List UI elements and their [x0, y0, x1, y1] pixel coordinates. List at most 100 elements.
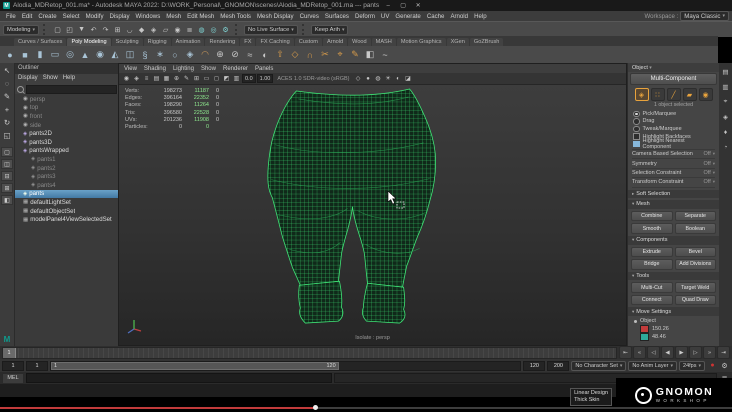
menuset-select[interactable]: Modeling — [3, 24, 40, 35]
viewport-menu-item[interactable]: View — [124, 66, 137, 72]
red-value-swatch[interactable]: 150.26 — [640, 325, 719, 334]
menu-item[interactable]: Mesh Tools — [217, 13, 254, 20]
tools-section-header[interactable]: Tools — [628, 271, 719, 281]
poly-soccerball-icon[interactable]: ○ — [168, 48, 182, 62]
menu-item[interactable]: Create — [35, 13, 59, 20]
menu-item[interactable]: File — [3, 13, 19, 20]
poly-pipe-icon[interactable]: ◫ — [123, 48, 137, 62]
render-settings-icon[interactable]: ⚙ — [220, 24, 231, 35]
playback-start-field[interactable]: 1 — [26, 360, 48, 371]
toolkit-button[interactable]: Bevel — [674, 246, 716, 258]
undo-icon[interactable]: ↶ — [88, 24, 99, 35]
range-bar[interactable]: 1 120 — [50, 360, 522, 371]
outliner-item[interactable]: ◉ side — [15, 121, 119, 130]
menu-item[interactable]: Select — [60, 13, 83, 20]
viewport-canvas[interactable]: Verts: 198273 11187 0 Edges: 396164 2235… — [119, 85, 626, 345]
shelf-tab[interactable]: Wood — [348, 38, 371, 46]
shelf-tab[interactable]: XGen — [446, 38, 469, 46]
shelf-tab[interactable]: Rendering — [205, 38, 240, 46]
selection-option[interactable]: Drag — [633, 118, 714, 126]
viewport-menu-item[interactable]: Panels — [255, 66, 273, 72]
poly-cylinder-icon[interactable]: ▮ — [33, 48, 47, 62]
option-toggle-icon[interactable] — [633, 118, 640, 125]
snap-point-icon[interactable]: ◆ — [136, 24, 147, 35]
constraint-row[interactable]: Transform Constraint Off — [632, 178, 715, 188]
two-d-pan-zoom-icon[interactable]: ⊕ — [172, 74, 181, 83]
toolkit-button[interactable]: Smooth — [631, 223, 673, 234]
poly-cone-icon[interactable]: ▲ — [78, 48, 92, 62]
option-toggle-icon[interactable] — [633, 133, 640, 140]
lights-toggle-icon[interactable]: ☀ — [384, 74, 393, 83]
smooth-icon[interactable]: ≈ — [243, 48, 257, 62]
layout-two-side-icon[interactable]: ◫ — [1, 159, 13, 169]
film-gate-icon[interactable]: ▭ — [202, 74, 211, 83]
viewport-menu-item[interactable]: Shading — [144, 66, 166, 72]
status-separator[interactable] — [43, 24, 48, 35]
video-progress-track[interactable] — [0, 405, 732, 410]
mesh-section-header[interactable]: Mesh — [628, 200, 719, 209]
target-weld-icon[interactable]: ⌖ — [333, 48, 347, 62]
outliner-filter-input[interactable] — [26, 84, 117, 94]
combine-icon[interactable]: ⊕ — [213, 48, 227, 62]
menu-item[interactable]: Modify — [83, 13, 107, 20]
menu-item[interactable]: Edit Mesh — [184, 13, 217, 20]
lasso-select-tool-icon[interactable]: ◌ — [2, 78, 13, 89]
maximize-button[interactable]: ▢ — [397, 2, 409, 9]
outliner-item[interactable]: ◈ pants2 — [15, 164, 119, 173]
platonic-solid-icon[interactable]: ◈ — [183, 48, 197, 62]
gate-mask-icon[interactable]: ◩ — [222, 74, 231, 83]
gamma-field[interactable]: 1.00 — [256, 74, 274, 83]
shelf-tab[interactable]: FX — [240, 38, 256, 46]
layout-single-icon[interactable]: ▢ — [1, 147, 13, 157]
shelf-tab[interactable]: Animation — [171, 38, 205, 46]
outliner-item[interactable]: ◈ pants4 — [15, 181, 119, 190]
camera-attributes-icon[interactable]: ≡ — [142, 74, 151, 83]
selection-option[interactable]: Pick/Marquee — [633, 110, 714, 118]
constraint-row[interactable]: Selection Constraint Off — [632, 169, 715, 179]
shelf-tab[interactable]: GoZBrush — [469, 38, 504, 46]
shelf-tab[interactable]: Sculpting — [111, 38, 143, 46]
toolkit-tool-title[interactable]: Multi-Component — [630, 73, 717, 85]
save-scene-icon[interactable]: ▼ — [76, 24, 87, 35]
edge-mode-icon[interactable]: ╱ — [666, 88, 681, 101]
close-button[interactable]: ✕ — [412, 2, 424, 9]
step-forward-frame-button[interactable]: ▷ — [689, 346, 702, 359]
option-toggle-icon[interactable] — [633, 110, 640, 118]
outliner-item[interactable]: ◈ pants1 — [15, 155, 119, 164]
outliner-item[interactable]: ◈ pants2D — [15, 129, 119, 138]
tool-settings-icon[interactable]: ⌖ — [721, 97, 731, 107]
menu-item[interactable]: Edit — [19, 13, 36, 20]
open-scene-icon[interactable]: ◰ — [64, 24, 75, 35]
animation-end-field[interactable]: 200 — [547, 360, 570, 371]
grease-pencil-icon[interactable]: ✎ — [182, 74, 191, 83]
character-set-select[interactable]: No Character Set — [571, 360, 627, 371]
components-section-header[interactable]: Components — [628, 235, 719, 245]
play-forward-button[interactable]: ▶ — [675, 346, 688, 359]
step-back-frame-button[interactable]: ◁ — [647, 346, 660, 359]
boolean-icon[interactable]: ◐ — [258, 48, 272, 62]
construction-history-icon[interactable]: ≣ — [184, 24, 195, 35]
go-to-end-button[interactable]: ⇥ — [717, 346, 730, 359]
toolkit-button[interactable]: Bridge — [631, 259, 673, 270]
toolkit-button[interactable]: Multi-Cut — [631, 282, 673, 293]
video-playhead[interactable] — [312, 405, 318, 410]
menu-item[interactable]: Cache — [424, 13, 448, 20]
color-swatch[interactable] — [640, 325, 649, 334]
viewport-menu-item[interactable]: Show — [201, 66, 216, 72]
minimize-button[interactable]: – — [382, 3, 394, 9]
grid-toggle-icon[interactable]: ⊞ — [192, 74, 201, 83]
new-scene-icon[interactable]: ▢ — [52, 24, 63, 35]
animation-start-field[interactable]: 1 — [2, 360, 24, 371]
poly-cube-icon[interactable]: ■ — [18, 48, 32, 62]
menu-item[interactable]: Help — [471, 13, 490, 20]
step-back-key-button[interactable]: « — [633, 346, 646, 359]
chapter-item[interactable]: Thick Skin — [574, 397, 608, 404]
wireframe-display-icon[interactable]: ◇ — [354, 74, 363, 83]
bookmarks-icon[interactable]: ▤ — [152, 74, 161, 83]
step-forward-key-button[interactable]: » — [703, 346, 716, 359]
outliner-item[interactable]: ◉ persp — [15, 95, 119, 104]
fps-select[interactable]: 24fps — [679, 360, 705, 371]
outliner-item[interactable]: ◉ front — [15, 112, 119, 121]
ipr-render-icon[interactable]: ◎ — [208, 24, 219, 35]
snap-plane-icon[interactable]: ▱ — [160, 24, 171, 35]
